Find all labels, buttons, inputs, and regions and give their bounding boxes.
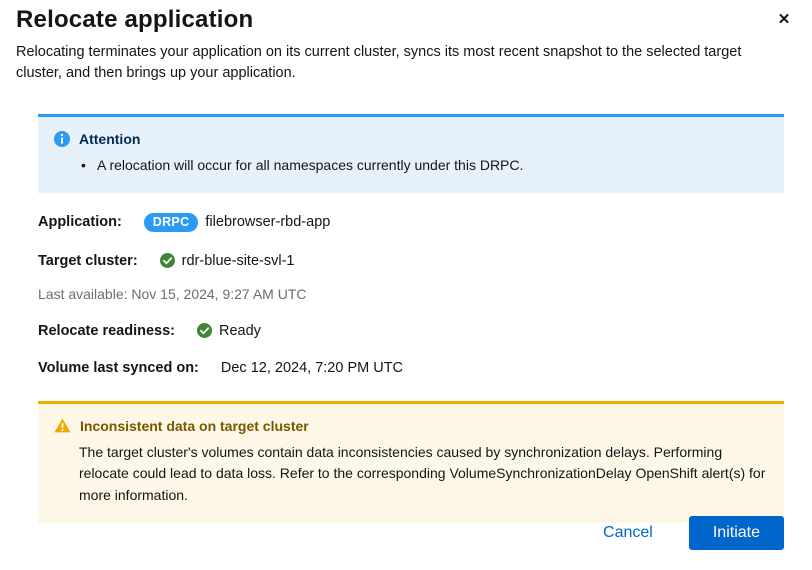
drpc-badge: DRPC <box>144 213 199 232</box>
initiate-button[interactable]: Initiate <box>689 516 784 550</box>
volume-last-synced-label: Volume last synced on: <box>38 360 199 376</box>
info-icon <box>54 131 70 147</box>
volume-last-synced-value: Dec 12, 2024, 7:20 PM UTC <box>221 360 403 376</box>
info-alert-title: Attention <box>79 131 140 147</box>
warning-alert-title: Inconsistent data on target cluster <box>80 418 309 434</box>
modal-footer: Cancel Initiate <box>591 516 784 550</box>
info-alert: Attention A relocation will occur for al… <box>38 114 784 193</box>
application-value: filebrowser-rbd-app <box>205 214 330 230</box>
relocate-readiness-row: Relocate readiness: Ready <box>38 323 784 339</box>
modal-description: Relocating terminates your application o… <box>0 34 790 85</box>
modal-body: Attention A relocation will occur for al… <box>0 114 812 523</box>
modal-title: Relocate application <box>16 6 796 34</box>
green-check-icon <box>197 323 212 338</box>
target-cluster-row: Target cluster: rdr-blue-site-svl-1 <box>38 253 784 269</box>
warning-triangle-icon <box>54 418 71 433</box>
warning-alert: Inconsistent data on target cluster The … <box>38 401 784 523</box>
last-available-text: Last available: Nov 15, 2024, 9:27 AM UT… <box>38 286 784 302</box>
relocate-readiness-value: Ready <box>219 323 261 339</box>
target-cluster-value: rdr-blue-site-svl-1 <box>182 253 295 269</box>
volume-last-synced-row: Volume last synced on: Dec 12, 2024, 7:2… <box>38 360 784 376</box>
info-alert-list: A relocation will occur for all namespac… <box>79 155 768 177</box>
relocate-readiness-label: Relocate readiness: <box>38 323 175 339</box>
close-icon[interactable]: ✕ <box>772 8 796 32</box>
cancel-button[interactable]: Cancel <box>591 518 665 548</box>
application-label: Application: <box>38 214 122 230</box>
modal-header: Relocate application ✕ <box>0 0 812 34</box>
info-alert-item: A relocation will occur for all namespac… <box>79 155 768 177</box>
green-check-icon <box>160 253 175 268</box>
warning-alert-body: The target cluster's volumes contain dat… <box>54 442 768 507</box>
fields-section: Application: DRPC filebrowser-rbd-app Ta… <box>38 213 784 376</box>
application-row: Application: DRPC filebrowser-rbd-app <box>38 213 784 232</box>
target-cluster-label: Target cluster: <box>38 253 138 269</box>
